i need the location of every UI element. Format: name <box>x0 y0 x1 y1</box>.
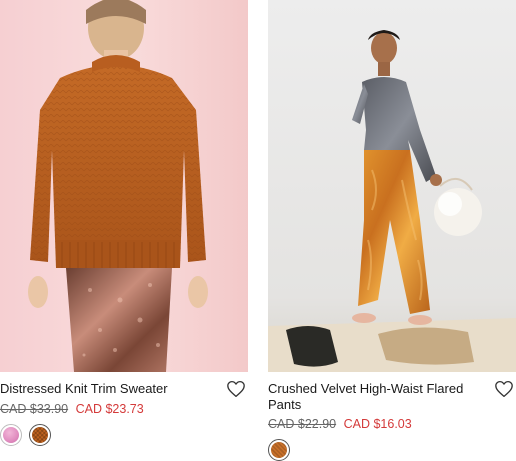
product-image[interactable] <box>0 0 248 372</box>
product-name[interactable]: Distressed Knit Trim Sweater <box>0 381 218 397</box>
color-swatches <box>268 439 516 461</box>
sale-price: CAD $23.73 <box>75 402 144 416</box>
price-row: CAD $22.90 CAD $16.03 <box>268 417 516 432</box>
product-name[interactable]: Crushed Velvet High-Waist Flared Pants <box>268 381 486 413</box>
heart-outline-icon[interactable] <box>226 380 246 398</box>
original-price: CAD $33.90 <box>0 402 69 416</box>
product-image[interactable] <box>268 0 516 372</box>
price-row: CAD $33.90 CAD $23.73 <box>0 402 248 417</box>
sale-price: CAD $16.03 <box>343 417 412 431</box>
swatch-rust[interactable] <box>29 424 51 446</box>
swatch-orange[interactable] <box>268 439 290 461</box>
color-swatches <box>0 424 248 446</box>
product-card: Crushed Velvet High-Waist Flared Pants C… <box>268 0 516 461</box>
heart-outline-icon[interactable] <box>494 380 514 398</box>
swatch-pink[interactable] <box>0 424 22 446</box>
original-price: CAD $22.90 <box>268 417 337 431</box>
product-card: Distressed Knit Trim Sweater CAD $33.90 … <box>0 0 248 446</box>
